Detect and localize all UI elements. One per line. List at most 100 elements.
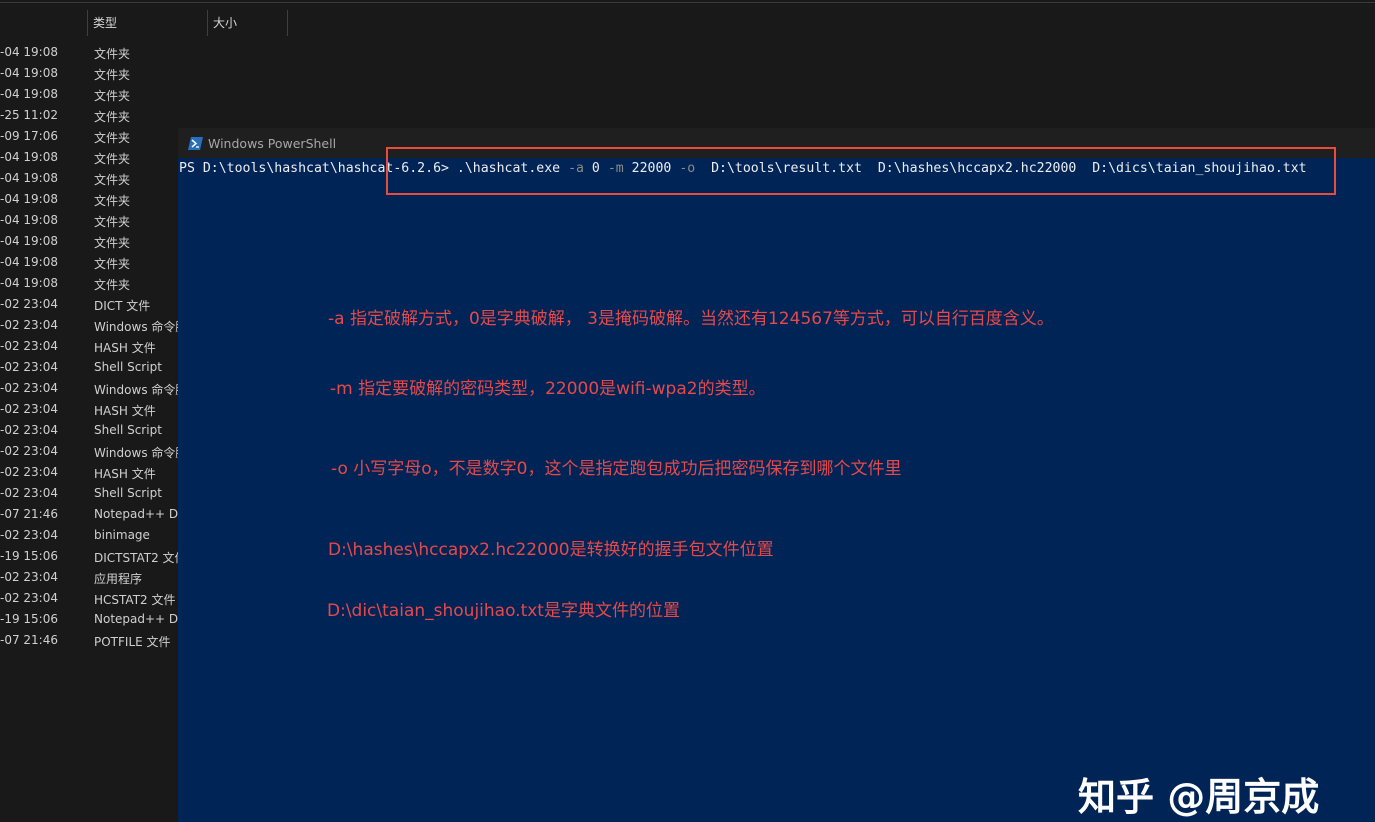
file-modified-date: -04 19:08 xyxy=(0,87,58,101)
file-type: 文件夹 xyxy=(94,152,131,166)
file-row[interactable]: -04 19:08 文件夹 xyxy=(0,84,190,105)
annotation-m: -m 指定要破解的密码类型，22000是wifi-wpa2的类型。 xyxy=(330,379,766,399)
file-type: DICT 文件 xyxy=(94,299,151,313)
powershell-window[interactable]: Windows PowerShell PS D:\tools\hashcat\h… xyxy=(178,128,1375,822)
file-modified-date: -07 21:46 xyxy=(0,633,58,647)
file-row[interactable]: -02 23:04 HASH 文件 xyxy=(0,336,190,357)
file-modified-date: -04 19:08 xyxy=(0,150,58,164)
file-row[interactable]: -04 19:08 文件夹 xyxy=(0,63,190,84)
file-modified-date: -02 23:04 xyxy=(0,591,58,605)
file-modified-date: -04 19:08 xyxy=(0,276,58,290)
file-row[interactable]: -19 15:06 DICTSTAT2 文件 xyxy=(0,546,190,567)
file-row[interactable]: -25 11:02 文件夹 xyxy=(0,105,190,126)
file-modified-date: -02 23:04 xyxy=(0,528,58,542)
file-type: 文件夹 xyxy=(94,110,131,124)
column-separator[interactable] xyxy=(87,10,88,36)
file-modified-date: -04 19:08 xyxy=(0,192,58,206)
file-modified-date: -02 23:04 xyxy=(0,318,58,332)
console-area[interactable]: PS D:\tools\hashcat\hashcat-6.2.6> .\has… xyxy=(178,147,1375,822)
file-row[interactable]: -02 23:04 Shell Script xyxy=(0,420,190,441)
file-modified-date: -19 15:06 xyxy=(0,612,58,626)
file-row[interactable]: -02 23:04 HCSTAT2 文件 xyxy=(0,588,190,609)
file-row[interactable]: -02 23:04 DICT 文件 xyxy=(0,294,190,315)
file-type: 文件夹 xyxy=(94,173,131,187)
file-modified-date: -04 19:08 xyxy=(0,234,58,248)
column-separator[interactable] xyxy=(207,10,208,36)
file-row[interactable]: -07 21:46 Notepad++ Document xyxy=(0,504,190,525)
command-highlight-box xyxy=(386,147,1336,195)
file-modified-date: -04 19:08 xyxy=(0,213,58,227)
file-row[interactable]: -19 15:06 Notepad++ Document xyxy=(0,609,190,630)
file-type: Windows 命令脚本 xyxy=(94,383,178,397)
file-modified-date: -04 19:08 xyxy=(0,255,58,269)
file-type: 文件夹 xyxy=(94,68,131,82)
annotation-o: -o 小写字母o，不是数字0，这个是指定跑包成功后把密码保存到哪个文件里 xyxy=(331,459,902,479)
file-row[interactable]: -09 17:06 文件夹 xyxy=(0,126,190,147)
file-type: HASH 文件 xyxy=(94,404,156,418)
file-modified-date: -04 19:08 xyxy=(0,171,58,185)
file-type: 文件夹 xyxy=(94,215,131,229)
file-type: 文件夹 xyxy=(94,257,131,271)
file-modified-date: -02 23:04 xyxy=(0,402,58,416)
annotation-hash-file: D:\hashes\hccapx2.hc22000是转换好的握手包文件位置 xyxy=(328,540,774,560)
file-row[interactable]: -04 19:08 文件夹 xyxy=(0,168,190,189)
file-row[interactable]: -04 19:08 文件夹 xyxy=(0,231,190,252)
file-type: Shell Script xyxy=(94,423,162,437)
file-row[interactable]: -04 19:08 文件夹 xyxy=(0,42,190,63)
file-type: 文件夹 xyxy=(94,236,131,250)
annotation-a: -a 指定破解方式，0是字典破解， 3是掩码破解。当然还有124567等方式，可… xyxy=(328,309,1054,329)
file-row[interactable]: -02 23:04 HASH 文件 xyxy=(0,399,190,420)
file-row[interactable]: -02 23:04 binimage xyxy=(0,525,190,546)
file-modified-date: -02 23:04 xyxy=(0,360,58,374)
file-type: 应用程序 xyxy=(94,572,143,586)
file-type: 文件夹 xyxy=(94,194,131,208)
file-modified-date: -04 19:08 xyxy=(0,66,58,80)
file-type: DICTSTAT2 文件 xyxy=(94,551,178,565)
file-type: binimage xyxy=(94,528,150,542)
file-row[interactable]: -02 23:04 HASH 文件 xyxy=(0,462,190,483)
file-row[interactable]: -07 21:46 POTFILE 文件 xyxy=(0,630,190,651)
file-type: Notepad++ Document xyxy=(94,612,178,626)
file-type: HASH 文件 xyxy=(94,467,156,481)
file-modified-date: -07 21:46 xyxy=(0,507,58,521)
file-modified-date: -02 23:04 xyxy=(0,339,58,353)
file-modified-date: -02 23:04 xyxy=(0,465,58,479)
explorer-top-border xyxy=(0,2,1375,3)
file-modified-date: -04 19:08 xyxy=(0,45,58,59)
file-modified-date: -02 23:04 xyxy=(0,297,58,311)
file-modified-date: -19 15:06 xyxy=(0,549,58,563)
file-type: 文件夹 xyxy=(94,47,131,61)
file-row[interactable]: -02 23:04 Windows 命令脚本 xyxy=(0,441,190,462)
file-type: POTFILE 文件 xyxy=(94,635,171,649)
file-type: 文件夹 xyxy=(94,278,131,292)
file-modified-date: -02 23:04 xyxy=(0,486,58,500)
column-separator[interactable] xyxy=(287,10,288,36)
file-row[interactable]: -04 19:08 文件夹 xyxy=(0,273,190,294)
file-type: 文件夹 xyxy=(94,89,131,103)
file-modified-date: -02 23:04 xyxy=(0,381,58,395)
file-row[interactable]: -04 19:08 文件夹 xyxy=(0,252,190,273)
zhihu-watermark: 知乎 @周京成 xyxy=(1078,775,1320,819)
file-modified-date: -25 11:02 xyxy=(0,108,58,122)
annotation-dict-file: D:\dic\taian_shoujihao.txt是字典文件的位置 xyxy=(327,601,680,621)
file-row[interactable]: -02 23:04 Windows 命令脚本 xyxy=(0,315,190,336)
column-header-size[interactable]: 大小 xyxy=(213,14,237,31)
column-header-type[interactable]: 类型 xyxy=(93,14,117,31)
file-row[interactable]: -04 19:08 文件夹 xyxy=(0,189,190,210)
file-row[interactable]: -02 23:04 Shell Script xyxy=(0,357,190,378)
file-type: HCSTAT2 文件 xyxy=(94,593,176,607)
file-modified-date: -02 23:04 xyxy=(0,423,58,437)
file-row[interactable]: -04 19:08 文件夹 xyxy=(0,210,190,231)
powershell-icon xyxy=(188,137,203,150)
file-modified-date: -02 23:04 xyxy=(0,570,58,584)
file-row[interactable]: -02 23:04 Shell Script xyxy=(0,483,190,504)
file-type: HASH 文件 xyxy=(94,341,156,355)
file-type: Shell Script xyxy=(94,486,162,500)
file-type: 文件夹 xyxy=(94,131,131,145)
file-row[interactable]: -04 19:08 文件夹 xyxy=(0,147,190,168)
file-type: Notepad++ Document xyxy=(94,507,178,521)
file-row[interactable]: -02 23:04 应用程序 xyxy=(0,567,190,588)
file-row[interactable]: -02 23:04 Windows 命令脚本 xyxy=(0,378,190,399)
window-title: Windows PowerShell xyxy=(208,136,337,151)
file-modified-date: -09 17:06 xyxy=(0,129,58,143)
